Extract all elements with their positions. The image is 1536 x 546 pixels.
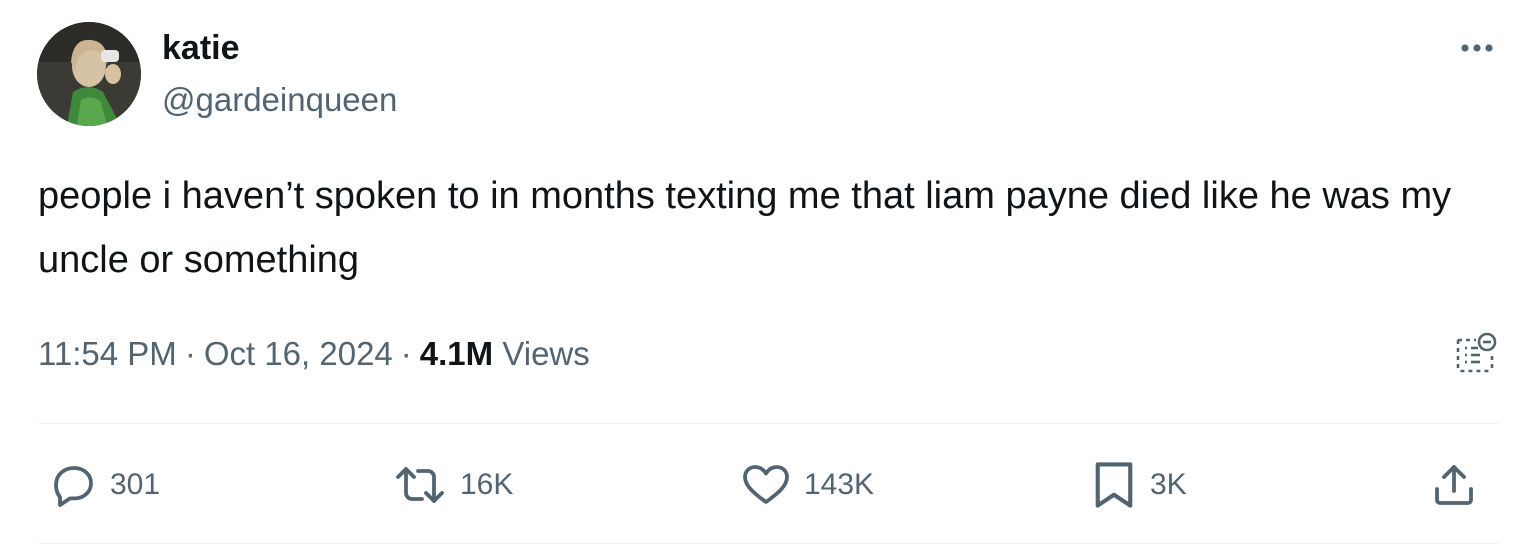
repost-button[interactable]: 16K [392, 452, 513, 518]
meta-separator: · [400, 335, 412, 372]
heart-icon [743, 465, 789, 504]
tweet-text: people i haven’t spoken to in months tex… [38, 175, 1462, 281]
reply-count: 301 [110, 468, 161, 501]
repost-icon [396, 467, 444, 503]
avatar[interactable] [37, 22, 141, 126]
action-bar: 301 16K 143K 3K [38, 452, 1500, 518]
meta-separator: · [184, 335, 196, 372]
reply-icon [54, 466, 93, 507]
views-count: 4.1M [419, 335, 494, 372]
tweet-time[interactable]: 11:54 PM [38, 335, 177, 372]
author-display-name[interactable]: katie [162, 28, 240, 68]
share-icon [1435, 465, 1473, 505]
author-handle[interactable]: @gardeinqueen [162, 80, 397, 120]
tweet-card: katie @gardeinqueen people i haven’t spo… [0, 0, 1536, 546]
more-options-button[interactable] [1452, 30, 1502, 66]
community-notes-button[interactable] [1448, 326, 1502, 380]
divider [38, 543, 1500, 544]
like-count: 143K [804, 468, 875, 501]
views-label: Views [502, 335, 590, 372]
tweet-meta: 11:54 PM · Oct 16, 2024 · 4.1M Views [38, 332, 590, 376]
like-button[interactable]: 143K [740, 452, 874, 518]
repost-count: 16K [460, 468, 514, 501]
divider [38, 423, 1500, 424]
more-horizontal-icon [1461, 44, 1493, 52]
bookmark-button[interactable]: 3K [1090, 452, 1187, 518]
bookmark-count: 3K [1150, 468, 1187, 501]
tweet-date[interactable]: Oct 16, 2024 [204, 335, 393, 372]
reply-button[interactable]: 301 [50, 452, 160, 518]
avatar-image [37, 22, 141, 126]
community-notes-icon [1456, 332, 1497, 373]
bookmark-icon [1095, 462, 1133, 508]
share-button[interactable] [1430, 452, 1478, 518]
